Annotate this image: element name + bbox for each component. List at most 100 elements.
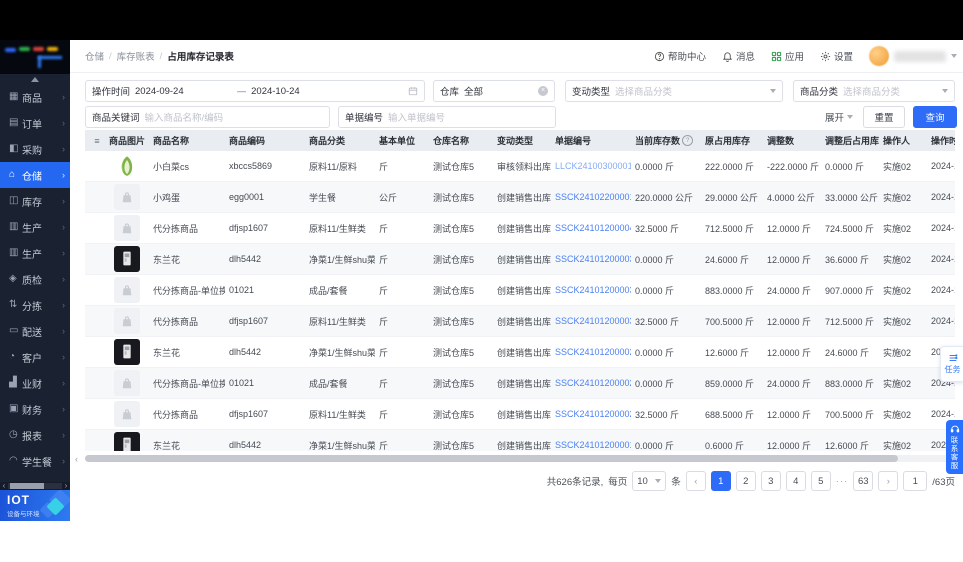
breadcrumb-item[interactable]: 仓储	[85, 49, 104, 63]
sidebar-item-report[interactable]: ◷ 报表 ›	[0, 422, 70, 448]
reset-button[interactable]: 重置	[863, 106, 905, 128]
change-type-select[interactable]: 变动类型 选择商品分类	[565, 80, 783, 102]
column-header-7[interactable]: 变动类型	[493, 134, 551, 147]
table-row[interactable]: 代分拣商品-单位换算 01021 成品/套餐 斤 测试仓库5 创建销售出库SSCK2410…	[85, 368, 955, 399]
task-floating-button[interactable]: 任务	[940, 346, 963, 382]
sidebar-item-qc[interactable]: ◈ 质检 ›	[0, 266, 70, 292]
table-scroll-left-icon[interactable]: ‹	[75, 454, 78, 464]
column-header-1[interactable]: 商品图片	[105, 134, 149, 147]
customer-service-floating-button[interactable]: 联系客服	[946, 420, 963, 474]
expand-toggle[interactable]: 展开	[825, 110, 854, 124]
jump-page-input[interactable]: 1	[903, 471, 928, 491]
table-h-scroll-thumb[interactable]	[85, 455, 898, 462]
query-button[interactable]: 查询	[913, 106, 957, 128]
column-header-3[interactable]: 商品编码	[225, 134, 305, 147]
clear-icon[interactable]: ×	[538, 86, 548, 96]
sidebar-item-sorting[interactable]: ⇅ 分拣 ›	[0, 292, 70, 318]
doc-no-link[interactable]: SSCK24101200002	[551, 347, 631, 357]
column-header-12[interactable]: 调整后占用库存	[821, 134, 879, 147]
doc-no-link[interactable]: SSCK24101200003	[551, 285, 631, 295]
product-image-placeholder[interactable]	[114, 308, 140, 334]
sidebar-item-customer[interactable]: ◔ 客户 ›	[0, 344, 70, 370]
table-row[interactable]: 小白菜cs xbccs5869 原料11/原料 斤 测试仓库5 审核领料出库 LLCK241…	[85, 151, 955, 182]
product-image-dark[interactable]	[114, 432, 140, 451]
product-image-cabbage[interactable]	[114, 153, 140, 179]
sidebar-item-production-2[interactable]: ▥ 生产 ›	[0, 240, 70, 266]
table-row[interactable]: 东兰花 dlh5442 净菜1/生鲜shu菜类... 斤 测试仓库5 创建销售出库SSCK…	[85, 337, 955, 368]
column-header-9[interactable]: 当前库存数?	[631, 134, 701, 147]
doc-no-link[interactable]: SSCK24101200003	[551, 254, 631, 264]
sidebar-item-meal[interactable]: ◠ 学生餐 ›	[0, 448, 70, 474]
date-range-picker[interactable]: 操作时间 2024-09-24 — 2024-10-24	[85, 80, 425, 102]
column-header-13[interactable]: 操作人	[879, 134, 927, 147]
sidebar-scrollbar[interactable]: ‹ ›	[0, 482, 70, 490]
sidebar-item-delivery[interactable]: ▭ 配送 ›	[0, 318, 70, 344]
sidebar-scroll-up-icon[interactable]	[31, 77, 39, 82]
sidebar-scroll-track[interactable]	[8, 483, 62, 489]
doc-no-link[interactable]: SSCK24101200001	[551, 440, 631, 450]
doc-no-link[interactable]: SSCK24101200003	[551, 316, 631, 326]
column-header-6[interactable]: 仓库名称	[429, 134, 493, 147]
page-button-63[interactable]: 63	[853, 471, 874, 491]
column-header-5[interactable]: 基本单位	[375, 134, 429, 147]
product-image-placeholder[interactable]	[114, 370, 140, 396]
product-image-dark[interactable]	[114, 339, 140, 365]
sidebar-item-finance[interactable]: ▣ 财务 ›	[0, 396, 70, 422]
settings-button[interactable]: 设置	[820, 49, 853, 63]
page-button-4[interactable]: 4	[785, 471, 806, 491]
table-h-scrollbar[interactable]	[85, 455, 955, 462]
table-row[interactable]: 东兰花 dlh5442 净菜1/生鲜shu菜类... 斤 测试仓库5 创建销售出库SSCK…	[85, 430, 955, 451]
product-image-placeholder[interactable]	[114, 401, 140, 427]
prev-page-button[interactable]: ‹	[685, 471, 706, 491]
column-header-14[interactable]: 操作时间	[927, 134, 955, 147]
messages-button[interactable]: 消息	[722, 49, 755, 63]
product-image-placeholder[interactable]	[114, 184, 140, 210]
column-header-11[interactable]: 调整数	[763, 134, 821, 147]
doc-no-link[interactable]: SSCK24101200002	[551, 378, 631, 388]
sidebar-scroll-thumb[interactable]	[10, 483, 44, 489]
doc-no-link[interactable]: SSCK24101200002	[551, 409, 631, 419]
help-center-button[interactable]: 帮助中心	[654, 49, 706, 63]
sidebar-item-inventory[interactable]: ◫ 库存 ›	[0, 188, 70, 214]
user-menu[interactable]	[869, 46, 957, 66]
column-header-4[interactable]: 商品分类	[305, 134, 375, 147]
page-button-5[interactable]: 5	[810, 471, 831, 491]
table-row[interactable]: 小鸡蛋 egg0001 学生餐 公斤 测试仓库5 创建销售出库 SSCK2410220000…	[85, 182, 955, 213]
product-image-dark[interactable]	[114, 246, 140, 272]
product-image-placeholder[interactable]	[114, 277, 140, 303]
doc-no-link[interactable]: SSCK24101200004	[551, 223, 631, 233]
sidebar-item-orders[interactable]: ▤ 订单 ›	[0, 110, 70, 136]
page-button-1[interactable]: 1	[710, 471, 731, 491]
sidebar-item-goods[interactable]: ▦ 商品 ›	[0, 84, 70, 110]
scroll-right-icon[interactable]: ›	[62, 482, 70, 490]
per-page-select[interactable]: 10	[632, 471, 667, 491]
warehouse-select[interactable]: 仓库 全部 ×	[433, 80, 555, 102]
sidebar-item-production[interactable]: ▥ 生产 ›	[0, 214, 70, 240]
table-row[interactable]: 代分拣商品 dfjsp1607 原料11/生鲜类 斤 测试仓库5 创建销售出库 SSCK24…	[85, 213, 955, 244]
iot-banner[interactable]: IOT 设备与环境	[0, 490, 70, 521]
table-settings-icon[interactable]: ≡	[85, 136, 105, 146]
scroll-left-icon[interactable]: ‹	[0, 482, 8, 490]
doc-no-link[interactable]: LLCK24100300001	[551, 161, 631, 171]
keyword-input[interactable]: 商品关键词 输入商品名称/编码	[85, 106, 330, 128]
table-row[interactable]: 代分拣商品-单位换算 01021 成品/套餐 斤 测试仓库5 创建销售出库SSCK2410…	[85, 275, 955, 306]
sidebar-item-purchase[interactable]: ◧ 采购 ›	[0, 136, 70, 162]
page-button-2[interactable]: 2	[735, 471, 756, 491]
next-page-button[interactable]: ›	[878, 471, 899, 491]
sidebar-item-warehouse[interactable]: ⌂ 仓储 ›	[0, 162, 70, 188]
doc-no-input[interactable]: 单据编号 输入单据编号	[338, 106, 556, 128]
table-row[interactable]: 代分拣商品 dfjsp1607 原料11/生鲜类 斤 测试仓库5 创建销售出库 SSCK24…	[85, 306, 955, 337]
sidebar-item-bizfinance[interactable]: ▟ 业财 ›	[0, 370, 70, 396]
doc-no-link[interactable]: SSCK24102200001	[551, 192, 631, 202]
column-header-8[interactable]: 单据编号	[551, 134, 631, 147]
breadcrumb-item[interactable]: 库存账表	[117, 49, 155, 63]
column-header-10[interactable]: 原占用库存	[701, 134, 763, 147]
page-button-3[interactable]: 3	[760, 471, 781, 491]
table-row[interactable]: 代分拣商品 dfjsp1607 原料11/生鲜类 斤 测试仓库5 创建销售出库 SSCK24…	[85, 399, 955, 430]
apps-button[interactable]: 应用	[771, 49, 804, 63]
product-image-placeholder[interactable]	[114, 215, 140, 241]
column-header-label: 调整后占用库存	[825, 136, 879, 146]
column-header-2[interactable]: 商品名称	[149, 134, 225, 147]
table-row[interactable]: 东兰花 dlh5442 净菜1/生鲜shu菜类... 斤 测试仓库5 创建销售出库SSCK…	[85, 244, 955, 275]
category-select[interactable]: 商品分类 选择商品分类	[793, 80, 955, 102]
